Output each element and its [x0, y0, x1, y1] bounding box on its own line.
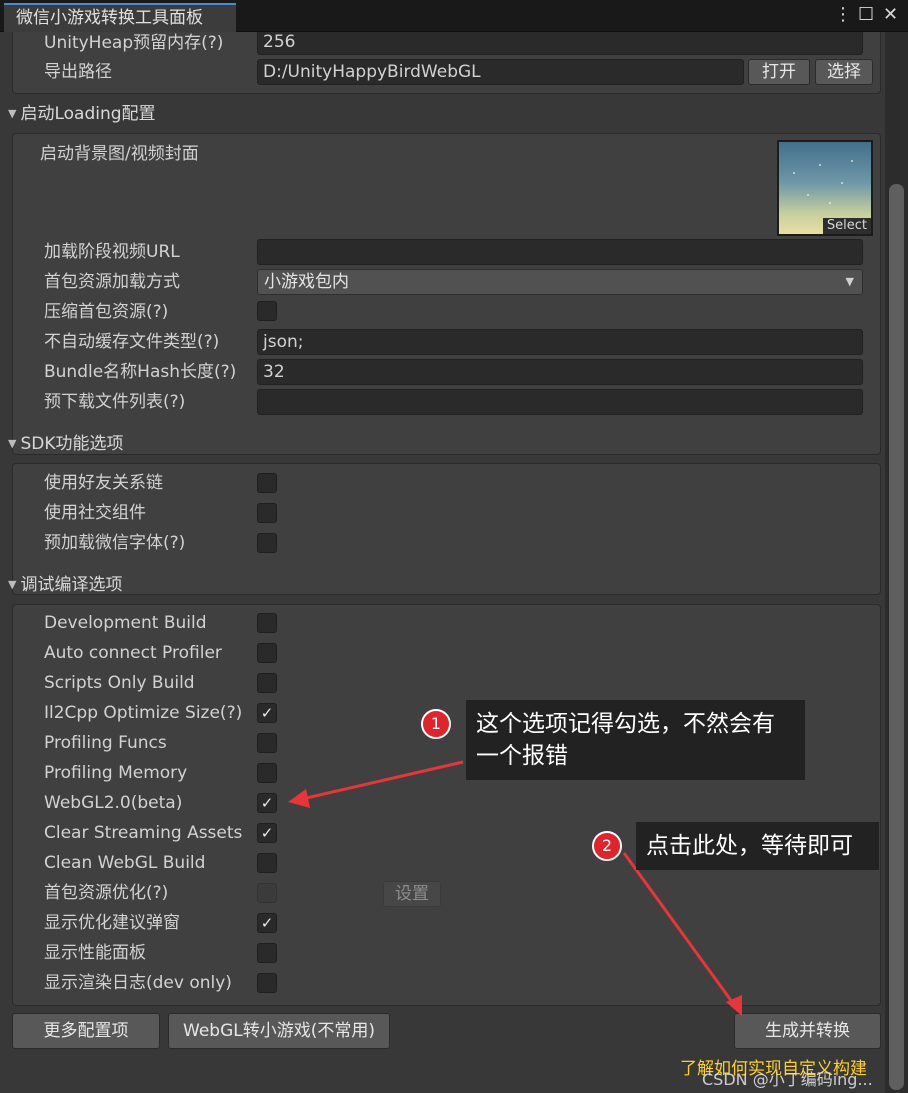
arrow-to-build-button [622, 852, 742, 1016]
annotation-arrows [288, 760, 742, 1016]
csdn-watermark: CSDN @小丁编码ing... [702, 1070, 873, 1089]
annotation-callout-2: 点击此处，等待即可 [636, 822, 879, 870]
annotation-callout-1: 这个选项记得勾选，不然会有一个报错 [466, 700, 805, 780]
annotation-marker-1: 1 [421, 709, 451, 739]
annotation-marker-2: 2 [592, 831, 622, 861]
arrow-to-webgl2-checkbox [288, 760, 464, 808]
